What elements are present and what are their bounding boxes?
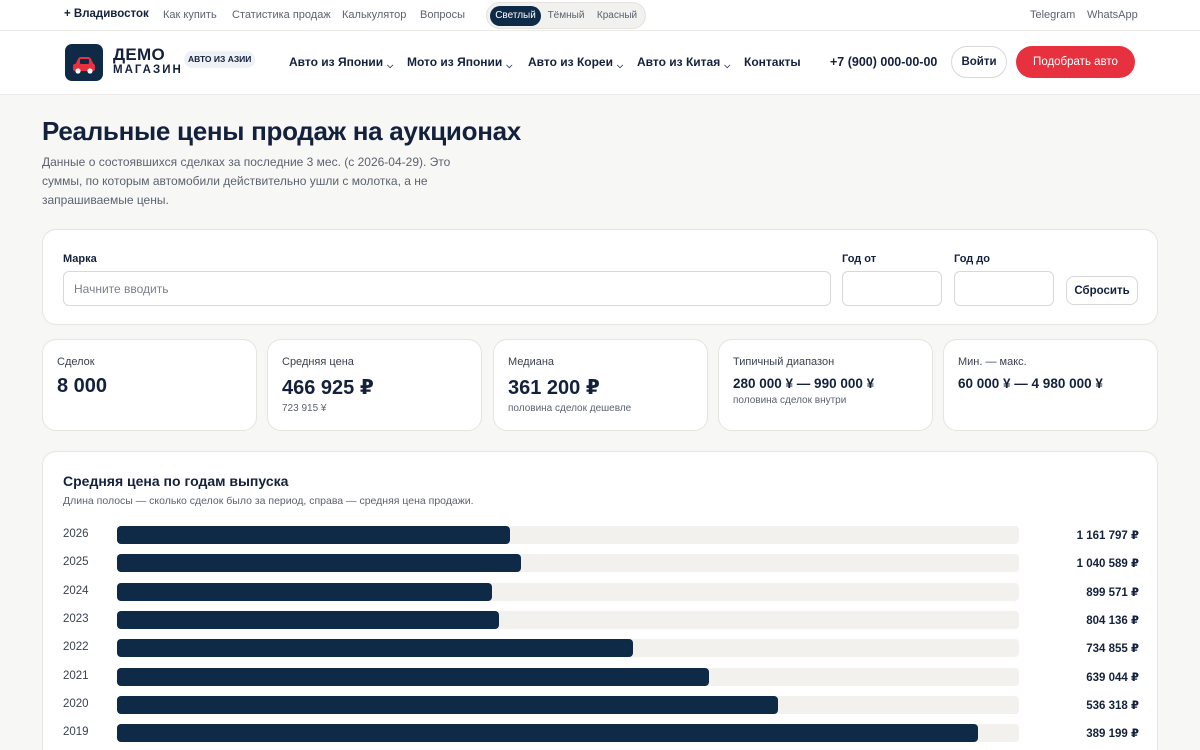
stat-label: Средняя цена bbox=[282, 356, 354, 368]
price-by-year-chart: 2026 1 161 797 ₽ 2025 1 040 589 ₽ 2024 899 57… bbox=[42, 451, 1158, 750]
theme-dark[interactable]: Тёмный bbox=[543, 6, 589, 26]
filter-panel: Марка Год от Год до Сбросить bbox=[42, 229, 1158, 325]
stat-label: Типичный диапазон bbox=[733, 356, 835, 368]
link-calculator[interactable]: Калькулятор bbox=[342, 9, 406, 21]
chart-bar bbox=[117, 582, 493, 601]
chart-year-label: 2023 bbox=[63, 612, 89, 625]
link-sales-stats[interactable]: Статистика продаж bbox=[232, 9, 331, 21]
chart-bar-track bbox=[117, 695, 1019, 714]
stat-value: 280 000 ¥ — 990 000 ¥ bbox=[733, 376, 875, 391]
chart-year-label: 2020 bbox=[63, 697, 89, 710]
nav-cars-china[interactable]: Авто из Китая ⌵ bbox=[637, 55, 731, 70]
chart-year-label: 2024 bbox=[63, 584, 89, 597]
chart-year-label: 2021 bbox=[63, 669, 89, 682]
chart-bar bbox=[117, 610, 499, 629]
city-selector[interactable]: + Владивосток bbox=[64, 8, 149, 20]
stat-label: Медиана bbox=[508, 356, 555, 368]
chart-price-label: 389 199 ₽ bbox=[1086, 728, 1139, 741]
chart-bar-track bbox=[117, 639, 1019, 658]
chart-subtitle: Длина полосы — сколько сделок было за пе… bbox=[63, 495, 474, 507]
phone-number[interactable]: +7 (900) 000-00-00 bbox=[830, 55, 937, 69]
nav-label: Авто из Китая bbox=[637, 55, 721, 69]
chart-title: Средняя цена по годам выпуска bbox=[63, 473, 289, 489]
chevron-down-icon: ⌵ bbox=[616, 61, 624, 70]
stat-card-range: Типичный диапазон 280 000 ¥ — 990 000 ¥ … bbox=[718, 339, 933, 431]
login-button[interactable]: Войти bbox=[951, 46, 1007, 78]
stat-card-median: Медиана 361 200 ₽ половина сделок дешевл… bbox=[493, 339, 708, 431]
chevron-down-icon: ⌵ bbox=[724, 61, 731, 70]
nav-cars-korea[interactable]: Авто из Кореи ⌵ bbox=[528, 55, 624, 70]
chart-bar bbox=[117, 639, 633, 658]
chart-year-label: 2022 bbox=[63, 641, 89, 654]
chart-bar-track bbox=[117, 667, 1019, 686]
nav-cars-japan[interactable]: Авто из Японии ⌵ bbox=[289, 55, 394, 70]
stat-value: 361 200 ₽ bbox=[508, 377, 600, 399]
chart-price-label: 1 161 797 ₽ bbox=[1076, 530, 1139, 542]
chart-bar-track bbox=[117, 724, 1019, 743]
link-faq[interactable]: Вопросы bbox=[420, 9, 465, 21]
chart-year-label: 2019 bbox=[63, 726, 89, 739]
page-title: Реальные цены продаж на аукционах bbox=[42, 116, 521, 146]
chevron-down-icon: ⌵ bbox=[387, 61, 394, 70]
year-from-input[interactable] bbox=[842, 271, 942, 306]
stat-value: 466 925 ₽ bbox=[282, 377, 374, 399]
stat-label: Мин. — макс. bbox=[958, 356, 1027, 368]
stat-label: Сделок bbox=[57, 356, 95, 368]
chart-price-label: 734 855 ₽ bbox=[1086, 643, 1139, 656]
chart-bar bbox=[117, 526, 511, 544]
nav-label: Авто из Кореи bbox=[528, 55, 613, 69]
logo-title[interactable]: ДЕМО bbox=[113, 45, 165, 65]
nav-label: Мото из Японии bbox=[407, 55, 503, 69]
brand-input[interactable] bbox=[63, 271, 831, 306]
logo-badge: АВТО ИЗ АЗИИ bbox=[184, 51, 256, 68]
chart-bar-track bbox=[117, 526, 1019, 544]
chart-bar-track bbox=[117, 554, 1019, 573]
chart-bar bbox=[117, 724, 979, 743]
stat-sub: половина сделок внутри bbox=[733, 395, 847, 406]
chart-price-label: 804 136 ₽ bbox=[1086, 614, 1139, 627]
nav-label: Авто из Японии bbox=[289, 55, 384, 69]
chart-price-label: 1 040 589 ₽ bbox=[1076, 558, 1139, 571]
nav-moto-japan[interactable]: Мото из Японии ⌵ bbox=[407, 55, 513, 70]
brand-label: Марка bbox=[63, 253, 97, 265]
chart-bar bbox=[117, 695, 779, 714]
chart-year-label: 2026 bbox=[63, 528, 89, 540]
stat-value: 60 000 ¥ — 4 980 000 ¥ bbox=[958, 376, 1103, 391]
link-whatsapp[interactable]: WhatsApp bbox=[1087, 9, 1138, 21]
theme-red[interactable]: Красный bbox=[592, 6, 642, 26]
link-how-to-buy[interactable]: Как купить bbox=[163, 9, 217, 21]
chart-bar-track bbox=[117, 610, 1019, 629]
car-logo-icon[interactable] bbox=[65, 44, 103, 81]
chart-year-label: 2025 bbox=[63, 556, 89, 569]
year-to-label: Год до bbox=[954, 253, 991, 265]
chart-price-label: 639 044 ₽ bbox=[1086, 671, 1139, 684]
nav-contacts[interactable]: Контакты bbox=[744, 55, 801, 69]
stat-card-average: Средняя цена 466 925 ₽ 723 915 ¥ bbox=[267, 339, 482, 431]
logo-subtitle[interactable]: МАГАЗИН bbox=[113, 64, 183, 76]
chart-bar bbox=[117, 554, 522, 573]
chart-bar-track bbox=[117, 582, 1019, 601]
stat-card-minmax: Мин. — макс. 60 000 ¥ — 4 980 000 ¥ bbox=[943, 339, 1158, 431]
chart-price-label: 899 571 ₽ bbox=[1086, 586, 1139, 599]
stat-card-deals: Сделок 8 000 bbox=[42, 339, 257, 431]
theme-light[interactable]: Светлый bbox=[490, 6, 541, 26]
pick-car-button[interactable]: Подобрать авто bbox=[1016, 46, 1135, 78]
link-telegram[interactable]: Telegram bbox=[1030, 9, 1075, 21]
chevron-down-icon: ⌵ bbox=[506, 61, 513, 70]
page-description: Данные о состоявшихся сделках за последн… bbox=[42, 155, 451, 207]
stat-sub: 723 915 ¥ bbox=[282, 403, 327, 414]
chart-price-label: 536 318 ₽ bbox=[1086, 699, 1139, 712]
chart-bar bbox=[117, 667, 709, 686]
top-bar: + Владивосток Как купить Статистика прод… bbox=[0, 0, 1200, 31]
site-header: ДЕМО МАГАЗИН АВТО ИЗ АЗИИ Авто из Японии… bbox=[0, 31, 1200, 95]
theme-switch: Светлый Тёмный Красный bbox=[486, 2, 646, 29]
stat-sub: половина сделок дешевле bbox=[508, 403, 632, 414]
year-to-input[interactable] bbox=[954, 271, 1054, 306]
year-from-label: Год от bbox=[842, 253, 877, 265]
reset-button[interactable]: Сбросить bbox=[1066, 276, 1138, 305]
stat-value: 8 000 bbox=[57, 375, 108, 397]
